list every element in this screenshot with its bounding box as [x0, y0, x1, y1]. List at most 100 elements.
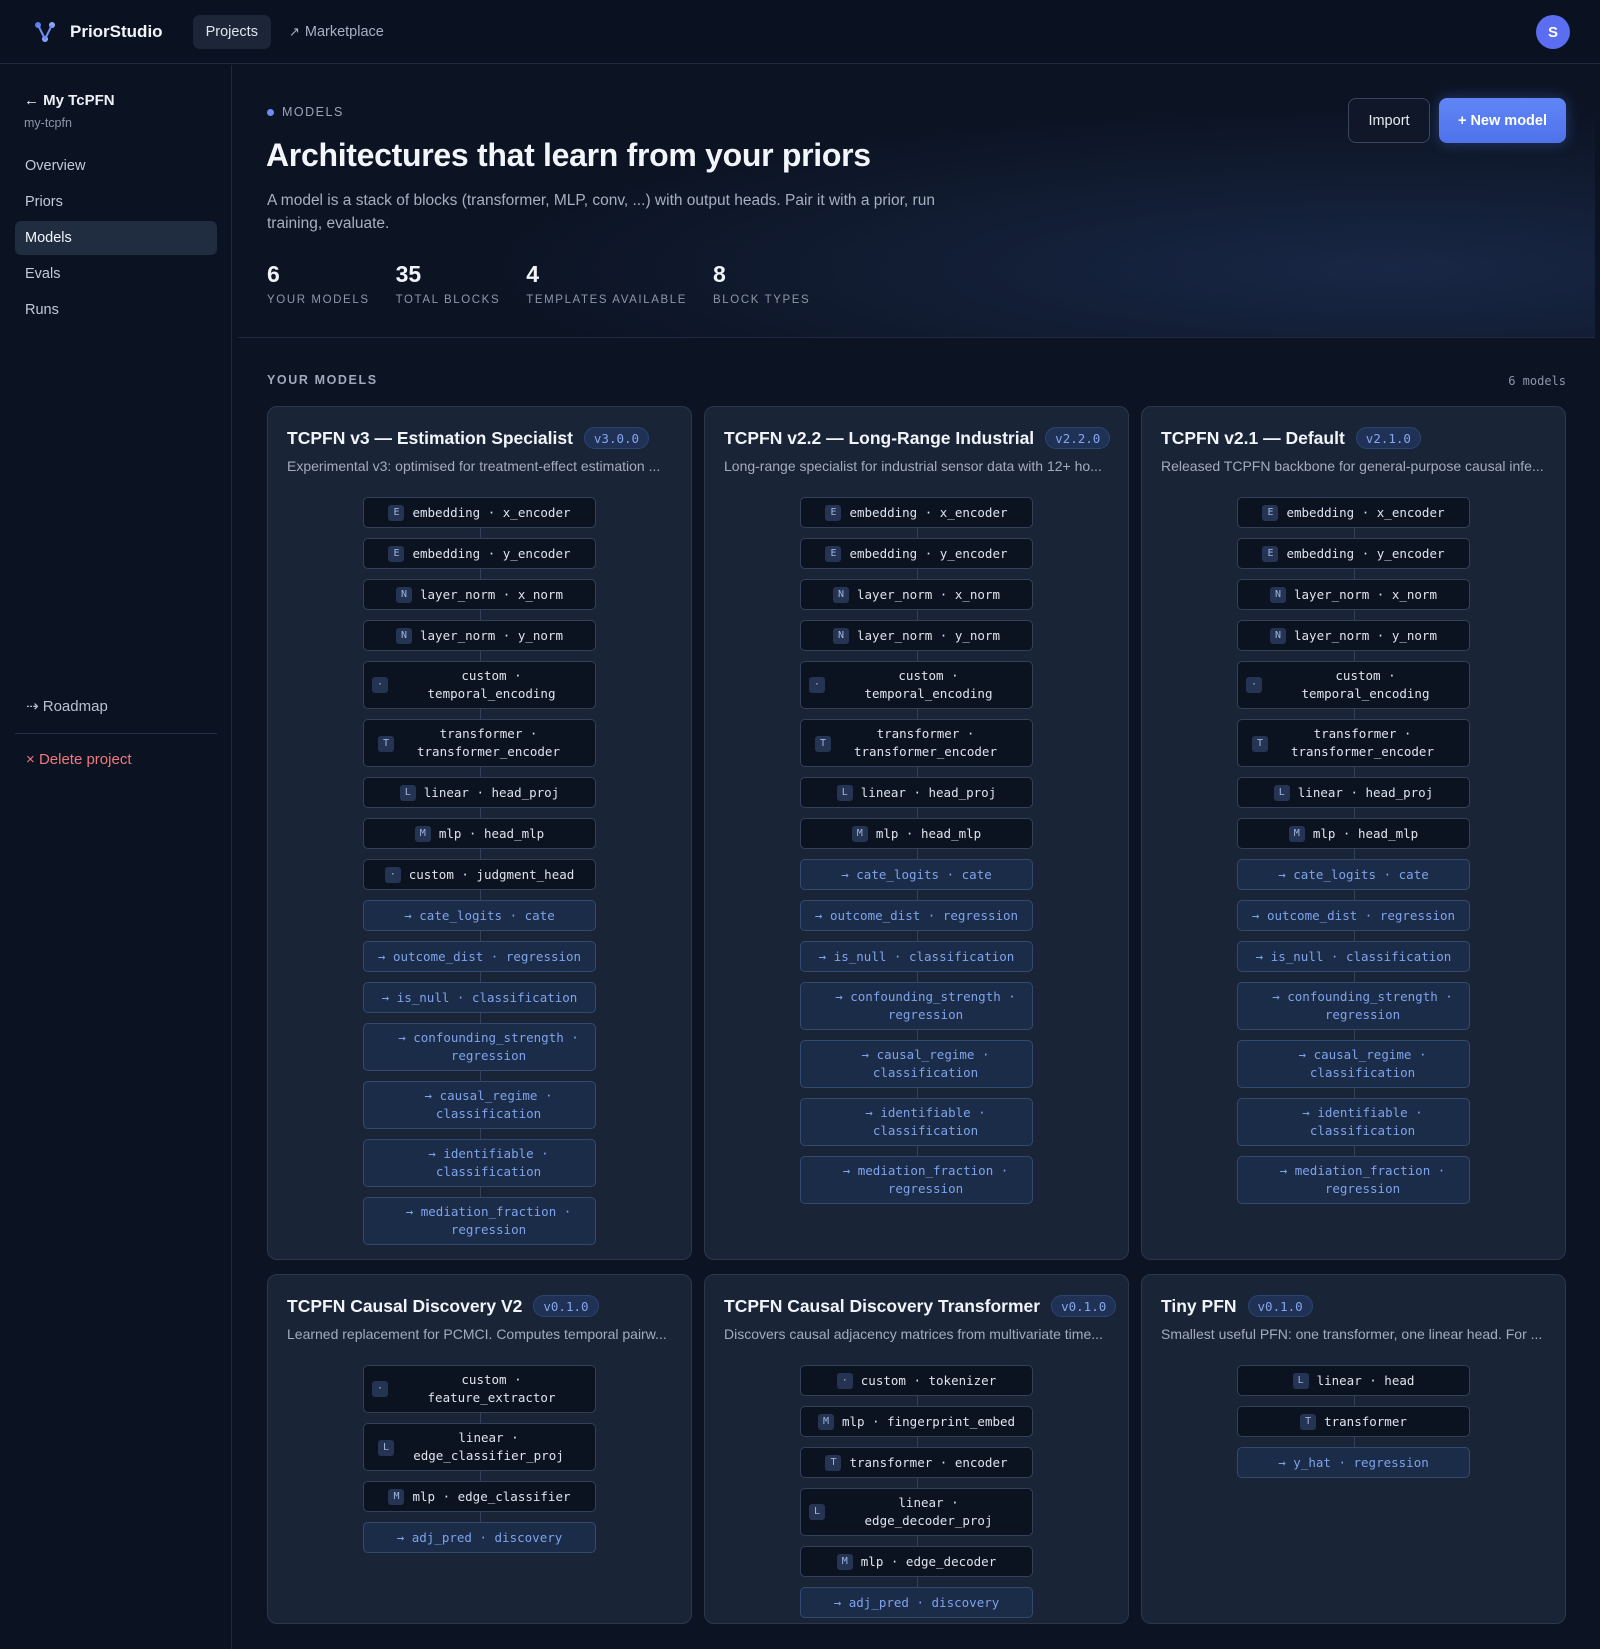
- output-head-block[interactable]: → mediation_fraction · regression: [1237, 1156, 1470, 1204]
- card-title[interactable]: TCPFN v2.2 — Long-Range Industrial: [724, 428, 1034, 449]
- architecture-block[interactable]: Mmlp · edge_classifier: [363, 1481, 596, 1522]
- architecture-block[interactable]: · custom · temporal_encoding: [1237, 661, 1470, 719]
- model-card-tcpfn-v2-1[interactable]: TCPFN v2.1 — Default v2.1.0 Released TCPFN…: [1141, 406, 1566, 1260]
- output-head-block[interactable]: → cate_logits · cate: [800, 859, 1033, 900]
- output-head-block[interactable]: → confounding_strength · regression: [363, 1023, 596, 1081]
- architecture-block[interactable]: Llinear · head_proj: [1237, 777, 1470, 818]
- dot-icon: [267, 108, 274, 116]
- architecture-block[interactable]: Eembedding · x_encoder: [363, 497, 596, 538]
- import-button[interactable]: Import: [1348, 98, 1430, 143]
- output-head-block[interactable]: → identifiable · classification: [363, 1139, 596, 1197]
- sidebar-item-models[interactable]: Models: [15, 221, 217, 255]
- section-tag-label: MODELS: [282, 105, 344, 119]
- architecture-block[interactable]: Nlayer_norm · x_norm: [800, 579, 1033, 620]
- output-head-block[interactable]: → y_hat · regression: [1237, 1447, 1470, 1478]
- architecture-block[interactable]: Nlayer_norm · y_norm: [363, 620, 596, 661]
- linear-badge-icon: L: [1273, 784, 1290, 801]
- back-link[interactable]: ← My TcPFN: [24, 92, 115, 109]
- architecture-block[interactable]: Nlayer_norm · y_norm: [1237, 620, 1470, 661]
- model-card-tcpfn-v2-2[interactable]: TCPFN v2.2 — Long-Range Industrial v2.2.0…: [704, 406, 1129, 1260]
- architecture-block[interactable]: Llinear · head: [1237, 1365, 1470, 1406]
- output-head-block[interactable]: → mediation_fraction · regression: [363, 1197, 596, 1245]
- architecture-block[interactable]: · custom · temporal_encoding: [363, 661, 596, 719]
- output-head-block[interactable]: → mediation_fraction · regression: [800, 1156, 1033, 1204]
- roadmap-link[interactable]: ⇢ Roadmap: [26, 697, 108, 715]
- architecture-block[interactable]: · custom · tokenizer: [800, 1365, 1033, 1406]
- output-head-block[interactable]: → adj_pred · discovery: [800, 1587, 1033, 1618]
- output-head-block[interactable]: → is_null · classification: [800, 941, 1033, 982]
- nav-marketplace[interactable]: ↗ Marketplace: [289, 24, 384, 40]
- architecture-block[interactable]: Mmlp · head_mlp: [1237, 818, 1470, 859]
- architecture-block[interactable]: Ttransformer: [1237, 1406, 1470, 1447]
- output-head-block[interactable]: → causal_regime · classification: [800, 1040, 1033, 1098]
- avatar[interactable]: S: [1536, 15, 1570, 49]
- architecture-block[interactable]: Llinear · edge_decoder_proj: [800, 1488, 1033, 1546]
- new-model-button[interactable]: + New model: [1439, 98, 1566, 143]
- architecture-block[interactable]: Nlayer_norm · x_norm: [363, 579, 596, 620]
- card-description: Learned replacement for PCMCI. Computes …: [287, 1326, 667, 1342]
- block-stack: · custom · tokenizer Mmlp · fingerprint_em…: [800, 1365, 1033, 1628]
- output-head-block[interactable]: → causal_regime · classification: [363, 1081, 596, 1139]
- brand[interactable]: PriorStudio: [32, 19, 163, 45]
- norm-badge-icon: N: [1270, 627, 1286, 644]
- nav-projects[interactable]: Projects: [192, 14, 271, 49]
- card-title[interactable]: TCPFN v3 — Estimation Specialist: [287, 428, 573, 449]
- output-head-block[interactable]: → outcome_dist · regression: [363, 941, 596, 982]
- stat-templates: 4 TEMPLATES AVAILABLE: [526, 261, 687, 306]
- card-header: TCPFN v2.2 — Long-Range Industrial v2.2.0: [724, 427, 1111, 449]
- output-head-block[interactable]: → adj_pred · discovery: [363, 1522, 596, 1553]
- output-head-block[interactable]: → identifiable · classification: [800, 1098, 1033, 1156]
- card-title[interactable]: Tiny PFN: [1161, 1296, 1237, 1317]
- architecture-block[interactable]: Mmlp · head_mlp: [800, 818, 1033, 859]
- output-head-block[interactable]: → causal_regime · classification: [1237, 1040, 1470, 1098]
- architecture-block[interactable]: Ttransformer · transformer_encoder: [800, 719, 1033, 777]
- architecture-block[interactable]: Eembedding · y_encoder: [363, 538, 596, 579]
- architecture-block[interactable]: Ttransformer · transformer_encoder: [363, 719, 596, 777]
- output-head-block[interactable]: → cate_logits · cate: [1237, 859, 1470, 900]
- output-head-block[interactable]: → confounding_strength · regression: [1237, 982, 1470, 1040]
- architecture-block[interactable]: Eembedding · x_encoder: [800, 497, 1033, 538]
- output-head-block[interactable]: → is_null · classification: [363, 982, 596, 1023]
- output-head-block[interactable]: → outcome_dist · regression: [800, 900, 1033, 941]
- card-title[interactable]: TCPFN v2.1 — Default: [1161, 428, 1345, 449]
- block-label: → confounding_strength · regression: [398, 1030, 579, 1063]
- sidebar-item-evals[interactable]: Evals: [15, 257, 217, 291]
- card-header: TCPFN v3 — Estimation Specialist v3.0.0: [287, 427, 650, 449]
- architecture-block[interactable]: Ttransformer · encoder: [800, 1447, 1033, 1488]
- model-card-causal-discovery-v2[interactable]: TCPFN Causal Discovery V2 v0.1.0 Learned r…: [267, 1274, 692, 1624]
- architecture-block[interactable]: Llinear · head_proj: [800, 777, 1033, 818]
- card-title[interactable]: TCPFN Causal Discovery Transformer: [724, 1296, 1040, 1317]
- architecture-block[interactable]: · custom · feature_extractor: [363, 1365, 596, 1423]
- architecture-block[interactable]: Nlayer_norm · y_norm: [800, 620, 1033, 661]
- architecture-block[interactable]: · custom · judgment_head: [363, 859, 596, 900]
- sidebar-item-runs[interactable]: Runs: [15, 293, 217, 327]
- architecture-block[interactable]: Eembedding · y_encoder: [800, 538, 1033, 579]
- output-head-block[interactable]: → identifiable · classification: [1237, 1098, 1470, 1156]
- block-stack: Eembedding · x_encoder Eembedding · y_enc…: [800, 497, 1033, 1214]
- architecture-block[interactable]: Llinear · head_proj: [363, 777, 596, 818]
- output-head-block[interactable]: → cate_logits · cate: [363, 900, 596, 941]
- model-card-tcpfn-v3[interactable]: TCPFN v3 — Estimation Specialist v3.0.0 Ex…: [267, 406, 692, 1260]
- linear-badge-icon: L: [1292, 1372, 1309, 1389]
- version-badge: v0.1.0: [1247, 1295, 1313, 1317]
- architecture-block[interactable]: Mmlp · edge_decoder: [800, 1546, 1033, 1587]
- model-card-causal-discovery-transformer[interactable]: TCPFN Causal Discovery Transformer v0.1.0…: [704, 1274, 1129, 1624]
- architecture-block[interactable]: Llinear · edge_classifier_proj: [363, 1423, 596, 1481]
- architecture-block[interactable]: Mmlp · fingerprint_embed: [800, 1406, 1033, 1447]
- output-head-block[interactable]: → is_null · classification: [1237, 941, 1470, 982]
- sidebar-item-priors[interactable]: Priors: [15, 185, 217, 219]
- architecture-block[interactable]: · custom · temporal_encoding: [800, 661, 1033, 719]
- architecture-block[interactable]: Ttransformer · transformer_encoder: [1237, 719, 1470, 777]
- architecture-block[interactable]: Eembedding · x_encoder: [1237, 497, 1470, 538]
- architecture-block[interactable]: Mmlp · head_mlp: [363, 818, 596, 859]
- page-title: Architectures that learn from your prior…: [266, 137, 871, 173]
- card-title[interactable]: TCPFN Causal Discovery V2: [287, 1296, 522, 1317]
- model-card-tiny-pfn[interactable]: Tiny PFN v0.1.0 Smallest useful PFN: one t…: [1141, 1274, 1566, 1624]
- sidebar-item-overview[interactable]: Overview: [15, 149, 217, 183]
- architecture-block[interactable]: Nlayer_norm · x_norm: [1237, 579, 1470, 620]
- block-label: transformer · transformer_encoder: [417, 726, 560, 759]
- output-head-block[interactable]: → confounding_strength · regression: [800, 982, 1033, 1040]
- output-head-block[interactable]: → outcome_dist · regression: [1237, 900, 1470, 941]
- delete-project-button[interactable]: × Delete project: [26, 751, 132, 768]
- architecture-block[interactable]: Eembedding · y_encoder: [1237, 538, 1470, 579]
